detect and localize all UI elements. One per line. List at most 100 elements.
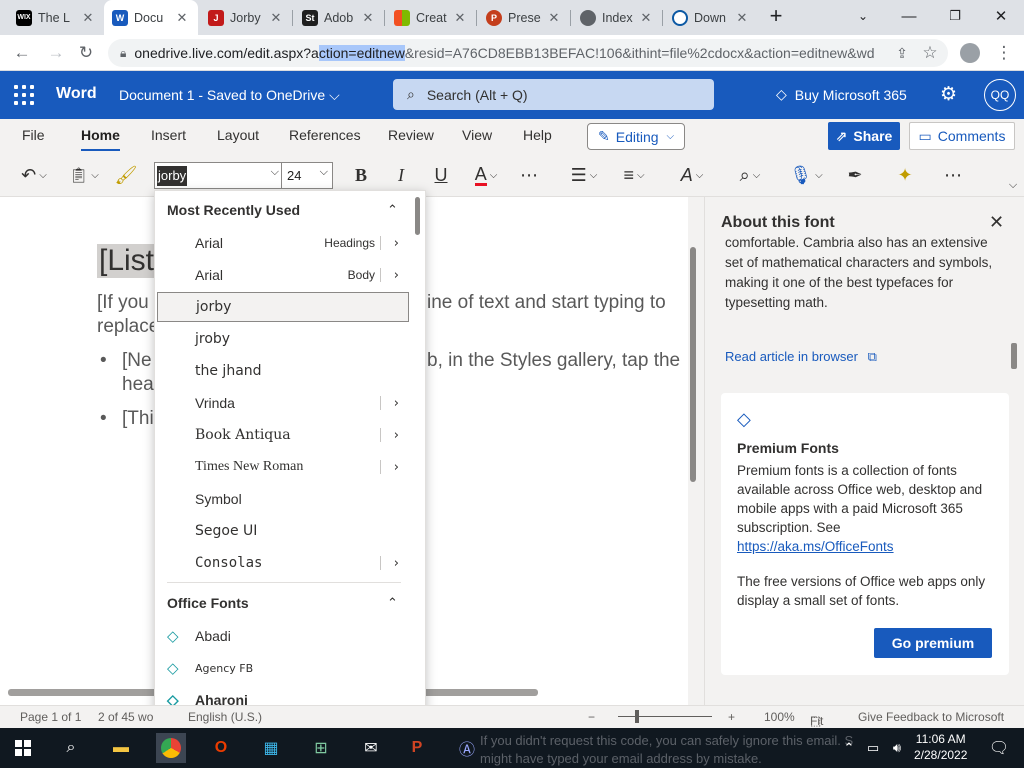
browser-tab[interactable]: St Adob ✕: [294, 0, 384, 35]
format-painter-icon[interactable]: 🖌︎: [113, 161, 139, 189]
gear-icon[interactable]: ⚙: [940, 83, 957, 106]
paragraph-text[interactable]: ine of text and start typing to: [427, 292, 666, 314]
browser-menu-icon[interactable]: ⋮: [990, 39, 1018, 67]
tab-file[interactable]: File: [22, 127, 45, 143]
dropdown-scrollbar[interactable]: [415, 197, 420, 235]
browser-tab[interactable]: J Jorby ✕: [200, 0, 292, 35]
most-recently-used-header[interactable]: Most Recently Used ⌃: [167, 202, 398, 218]
chevron-right-icon[interactable]: ›: [394, 556, 399, 571]
zoom-slider[interactable]: [618, 716, 712, 717]
editing-mode-button[interactable]: ✎ Editing ⌵: [587, 123, 685, 150]
tab-search-icon[interactable]: ⌄: [840, 0, 886, 32]
dictate-button[interactable]: 🎙︎ ⌵: [786, 161, 826, 189]
font-option-consolas[interactable]: Consolas ›: [155, 548, 411, 578]
tab-review[interactable]: Review: [388, 127, 434, 143]
collapse-ribbon-icon[interactable]: ⌵: [1004, 171, 1022, 199]
paragraph-text[interactable]: replace: [97, 316, 159, 338]
read-article-link[interactable]: Read article in browser ⧉: [725, 349, 877, 365]
close-window-button[interactable]: ✕: [978, 0, 1024, 32]
profile-icon[interactable]: [956, 39, 984, 67]
list-item-text[interactable]: b, in the Styles gallery, tap the: [427, 350, 680, 372]
office-icon[interactable]: O: [206, 733, 236, 763]
underline-button[interactable]: U: [428, 161, 454, 189]
browser-tab[interactable]: WIX The L ✕: [8, 0, 104, 35]
system-clock[interactable]: 11:06 AM 2/28/2022: [914, 731, 967, 763]
office-fonts-header[interactable]: Office Fonts ⌃: [167, 595, 398, 611]
font-option-symbol[interactable]: Symbol: [155, 484, 411, 514]
list-item-text[interactable]: hea: [122, 374, 154, 396]
chevron-right-icon[interactable]: ›: [394, 428, 399, 443]
font-option-vrinda[interactable]: Vrinda ›: [155, 388, 411, 418]
document-heading[interactable]: [List: [97, 244, 157, 278]
chevron-right-icon[interactable]: ›: [394, 236, 399, 251]
windows-start-icon[interactable]: [8, 733, 38, 763]
reload-icon[interactable]: ↻: [72, 39, 100, 67]
more-options-icon[interactable]: ⋯: [940, 161, 966, 189]
panel-scrollbar[interactable]: [1011, 343, 1017, 369]
styles-button[interactable]: A ⌵: [672, 161, 712, 189]
close-icon[interactable]: ✕: [174, 10, 190, 26]
file-explorer-icon[interactable]: ▬: [106, 733, 136, 763]
zoom-out-button[interactable]: −: [588, 710, 595, 724]
browser-tab[interactable]: Creat ✕: [386, 0, 476, 35]
document-title[interactable]: Document 1 - Saved to OneDrive ⌵: [119, 87, 340, 104]
paste-button[interactable]: 📋︎ ⌵: [64, 161, 104, 189]
undo-button[interactable]: ↶ ⌵: [14, 161, 54, 189]
volume-icon[interactable]: 🔊︎: [882, 733, 912, 763]
editor-app-icon[interactable]: Ⓐ: [452, 733, 482, 763]
chevron-right-icon[interactable]: ›: [394, 268, 399, 283]
chevron-right-icon[interactable]: ›: [394, 460, 399, 475]
align-button[interactable]: ≡ ⌵: [614, 161, 654, 189]
chevron-up-icon[interactable]: ⌃: [387, 595, 398, 611]
mail-icon[interactable]: ✉: [356, 733, 386, 763]
chevron-down-icon[interactable]: ⌵: [271, 166, 279, 179]
font-option-agency-fb[interactable]: ◇ Agency FB: [155, 653, 411, 683]
tab-view[interactable]: View: [462, 127, 492, 143]
font-option-arial-body[interactable]: Arial Body ›: [155, 260, 411, 290]
font-option-jroby[interactable]: jroby: [155, 324, 411, 354]
forward-icon[interactable]: →: [42, 39, 70, 67]
bullets-button[interactable]: ☰ ⌵: [564, 161, 604, 189]
more-font-options-icon[interactable]: ⋯: [516, 161, 542, 189]
close-icon[interactable]: ✕: [360, 10, 376, 26]
find-button[interactable]: ⌕ ⌵: [730, 161, 770, 189]
chevron-down-icon[interactable]: ⌵: [320, 166, 328, 179]
font-option-book-antiqua[interactable]: Book Antiqua ›: [155, 420, 411, 450]
network-app-icon[interactable]: ⊞: [306, 733, 336, 763]
language-indicator[interactable]: English (U.S.): [188, 710, 262, 724]
feedback-link[interactable]: Give Feedback to Microsoft: [858, 710, 1004, 724]
url-field[interactable]: 🔒︎ onedrive.live.com/edit.aspx?a ction=ed…: [108, 39, 948, 67]
italic-button[interactable]: I: [388, 161, 414, 189]
browser-tab[interactable]: Index ✕: [572, 0, 662, 35]
search-input[interactable]: ⌕ Search (Alt + Q): [393, 79, 714, 110]
minimize-button[interactable]: —: [886, 0, 932, 32]
page-count[interactable]: Page 1 of 1: [20, 710, 81, 724]
browser-tab[interactable]: P Prese ✕: [478, 0, 570, 35]
close-icon[interactable]: ✕: [452, 10, 468, 26]
tab-references[interactable]: References: [289, 127, 361, 143]
font-option-times-new-roman[interactable]: Times New Roman ›: [155, 452, 411, 482]
browser-tab-active[interactable]: W Docu ✕: [104, 0, 198, 35]
font-option-segoe-ui[interactable]: Segoe UI: [155, 516, 411, 546]
go-premium-button[interactable]: Go premium: [874, 628, 992, 658]
powerpoint-icon[interactable]: P: [402, 733, 432, 763]
close-icon[interactable]: ✕: [268, 10, 284, 26]
font-color-button[interactable]: A ⌵: [466, 161, 506, 189]
tab-insert[interactable]: Insert: [151, 127, 186, 143]
search-icon[interactable]: ⌕: [56, 733, 86, 763]
font-option-jorby[interactable]: jorby: [157, 292, 409, 322]
chevron-up-icon[interactable]: ⌃: [387, 202, 398, 218]
back-icon[interactable]: ←: [8, 39, 36, 67]
zoom-slider-thumb[interactable]: [635, 710, 639, 723]
zoom-level[interactable]: 100%: [764, 710, 795, 724]
editor-icon[interactable]: ✒: [842, 161, 868, 189]
font-option-arial-headings[interactable]: Arial Headings ›: [155, 228, 411, 258]
avatar[interactable]: QQ: [984, 79, 1016, 111]
share-page-icon[interactable]: ⇪: [888, 39, 916, 67]
tab-help[interactable]: Help: [523, 127, 552, 143]
comments-button[interactable]: ▭ Comments: [909, 122, 1015, 150]
tab-home[interactable]: Home: [81, 127, 120, 151]
office-fonts-link[interactable]: https://aka.ms/OfficeFonts: [737, 539, 894, 554]
font-size-input[interactable]: 24 ⌵: [281, 162, 333, 189]
close-icon[interactable]: ✕: [546, 10, 562, 26]
